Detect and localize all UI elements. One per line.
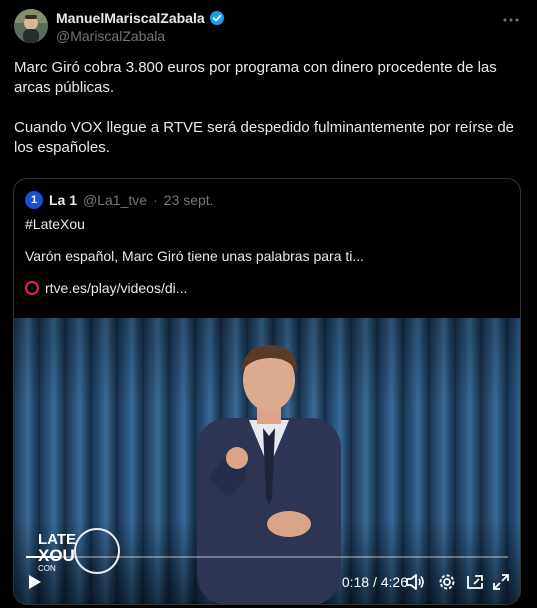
author-handle[interactable]: @MariscalZabala — [56, 28, 165, 44]
quoted-author-handle[interactable]: @La1_tve — [83, 192, 147, 208]
quoted-body-text: Varón español, Marc Giró tiene unas pala… — [25, 248, 365, 264]
meta-separator: · — [153, 192, 158, 208]
play-button[interactable] — [24, 571, 46, 593]
author-avatar[interactable] — [14, 9, 48, 43]
quoted-date[interactable]: 23 sept. — [164, 192, 214, 208]
quoted-author-avatar[interactable]: 1 — [25, 191, 43, 209]
author-name-row: ManuelMariscalZabala — [56, 10, 225, 26]
tweet-text: Marc Giró cobra 3.800 euros por programa… — [14, 59, 515, 156]
more-options-icon[interactable] — [499, 8, 523, 32]
author-display-name[interactable]: ManuelMariscalZabala — [56, 10, 205, 26]
quoted-link-row: rtve.es/play/videos/di... — [25, 279, 505, 297]
video-controls: 0:18 / 4:26 — [14, 571, 520, 595]
external-link[interactable]: rtve.es/play/videos/di... — [45, 279, 187, 297]
latexou-logo: LATE XOU CON — [38, 528, 120, 574]
picture-in-picture-icon[interactable] — [464, 571, 486, 593]
video-progress-bar[interactable] — [26, 556, 508, 558]
quoted-author-name[interactable]: La 1 — [49, 192, 77, 208]
video-player[interactable]: LATE XOU CON 0:18 / 4:26 — [14, 318, 520, 604]
hashtag-link[interactable]: #LateXou — [25, 215, 505, 233]
presenter-figure — [197, 344, 341, 604]
fullscreen-icon[interactable] — [490, 571, 512, 593]
volume-icon[interactable] — [404, 571, 426, 593]
red-circle-icon — [25, 281, 39, 295]
quoted-tweet[interactable]: 1 La 1 @La1_tve · 23 sept. #LateXou Varó… — [13, 178, 521, 605]
progress-fill — [26, 556, 59, 558]
settings-gear-icon[interactable] — [436, 571, 458, 593]
quoted-tweet-text: #LateXou Varón español, Marc Giró tiene … — [25, 215, 505, 297]
time-display: 0:18 / 4:26 — [341, 574, 408, 590]
verified-badge-icon — [209, 10, 225, 26]
quoted-tweet-header: 1 La 1 @La1_tve · 23 sept. — [25, 191, 214, 209]
